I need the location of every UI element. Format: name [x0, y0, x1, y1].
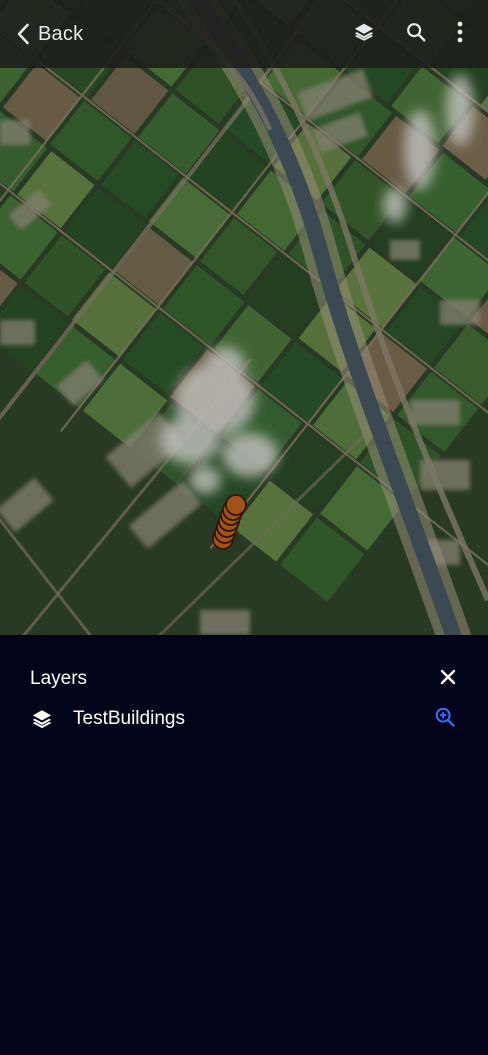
- layers-icon: [30, 707, 54, 731]
- top-actions: [338, 12, 478, 56]
- layer-item-testbuildings[interactable]: TestBuildings: [30, 705, 458, 733]
- layer-name: TestBuildings: [73, 708, 185, 729]
- more-options-button[interactable]: [442, 12, 478, 56]
- chevron-left-icon: [16, 23, 30, 45]
- top-app-bar: Back: [0, 0, 488, 68]
- layers-button[interactable]: [338, 12, 390, 56]
- more-vertical-icon: [456, 21, 464, 48]
- satellite-basemap: [0, 0, 488, 635]
- close-panel-button[interactable]: [436, 667, 460, 691]
- zoom-in-icon: [434, 706, 456, 733]
- zoom-to-layer-button[interactable]: [432, 706, 458, 732]
- layers-panel: Layers TestBuildings: [0, 635, 488, 1055]
- back-button[interactable]: Back: [10, 12, 89, 56]
- layers-icon: [353, 21, 375, 48]
- search-icon: [405, 21, 427, 48]
- panel-title: Layers: [30, 668, 88, 689]
- map-view[interactable]: [0, 0, 488, 635]
- app-root: Back Layers TestBuildings: [0, 0, 488, 1055]
- close-icon: [440, 669, 456, 690]
- back-label: Back: [38, 22, 84, 45]
- search-button[interactable]: [390, 12, 442, 56]
- layers-panel-header: Layers: [30, 667, 460, 691]
